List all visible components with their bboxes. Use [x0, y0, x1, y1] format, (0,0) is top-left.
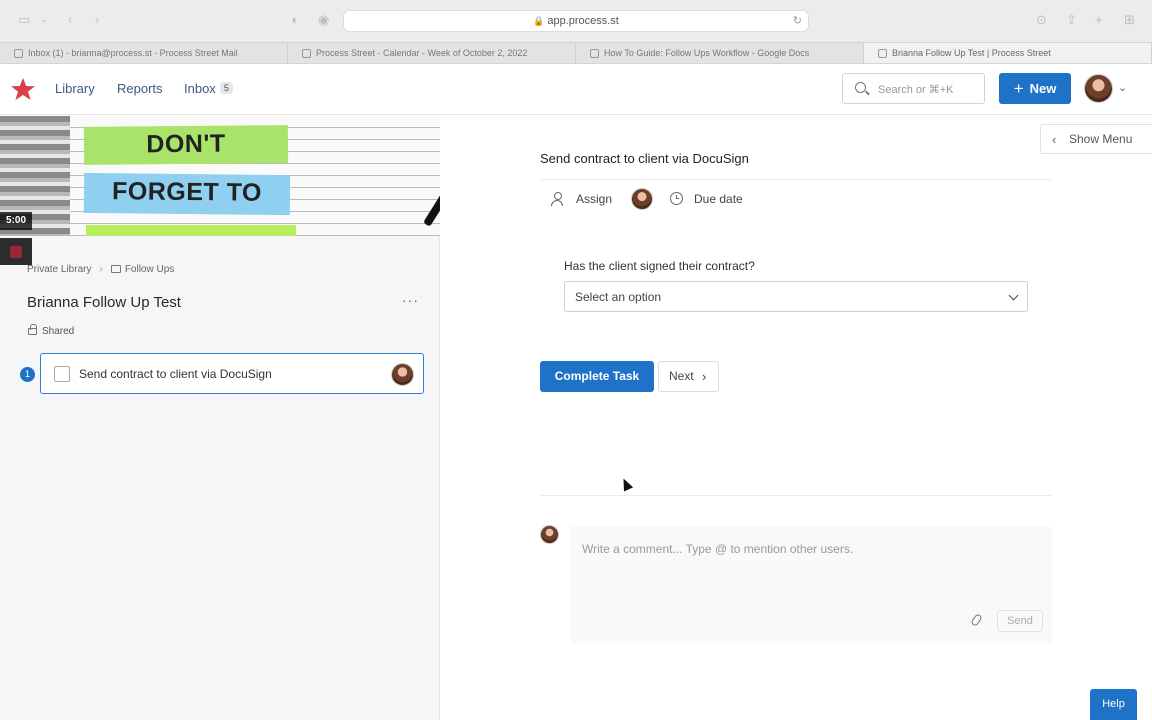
new-tab-icon[interactable]: + [1095, 12, 1103, 27]
select-value: Select an option [575, 290, 662, 304]
chevron-down-icon[interactable]: ⌄ [1118, 81, 1127, 94]
clock-icon [670, 192, 683, 205]
commenter-avatar [540, 525, 559, 544]
address-bar[interactable]: 🔒 app.process.st ↻ [343, 10, 809, 32]
chevron-down-icon[interactable]: ⌄ [40, 14, 48, 25]
complete-task-button[interactable]: Complete Task [540, 361, 654, 392]
tab-title: Process Street - Calendar - Week of Octo… [316, 48, 528, 58]
shield-icon[interactable]: ◖ [290, 12, 298, 27]
browser-tab[interactable]: Inbox (1) - brianna@process.st - Process… [0, 43, 288, 63]
sticky-note: DON'T [83, 125, 289, 165]
browser-tab-active[interactable]: Brianna Follow Up Test | Process Street [864, 43, 1152, 63]
tab-title: Brianna Follow Up Test | Process Street [892, 48, 1051, 58]
browser-tab[interactable]: Process Street - Calendar - Week of Octo… [288, 43, 576, 63]
workflow-title: Brianna Follow Up Test [27, 294, 181, 311]
chevron-down-icon [1008, 290, 1019, 301]
back-icon[interactable]: ‹ [68, 12, 72, 27]
form-field-label: Has the client signed their contract? [564, 259, 755, 273]
download-icon[interactable]: ⊙ [1036, 12, 1047, 28]
shared-status[interactable]: Shared [28, 324, 75, 337]
task-list-item[interactable]: Send contract to client via DocuSign [40, 353, 424, 394]
task-number: 1 [20, 367, 35, 382]
lock-icon [28, 324, 37, 335]
reload-icon[interactable]: ↻ [793, 11, 802, 32]
app-header: Library Reports Inbox 5 Search or ⌘+K + Ne… [0, 64, 1152, 115]
stop-icon [10, 246, 22, 258]
paperclip-icon[interactable] [970, 613, 983, 627]
browser-tabs: Inbox (1) - brianna@process.st - Process… [0, 42, 1152, 64]
sticky-note: FORGET TO [83, 172, 291, 216]
assign-button[interactable]: Assign [576, 192, 612, 206]
assignee-avatar[interactable] [631, 188, 653, 210]
privacy-icon[interactable]: ◉ [318, 12, 329, 28]
nav-inbox[interactable]: Inbox 5 [184, 81, 233, 96]
tab-title: How To Guide: Follow Ups Workflow - Goog… [604, 48, 810, 58]
mouse-cursor-icon [618, 476, 634, 492]
new-button-label: New [1029, 81, 1057, 96]
docs-icon [590, 49, 599, 58]
forward-icon[interactable]: › [95, 12, 99, 27]
breadcrumb-private-library[interactable]: Private Library [27, 264, 91, 275]
comment-placeholder: Write a comment... Type @ to mention oth… [582, 542, 854, 556]
task-checkbox[interactable] [54, 366, 70, 382]
process-street-logo-icon[interactable] [10, 77, 36, 101]
share-icon[interactable]: ⇪ [1066, 12, 1077, 28]
video-thumbnail[interactable]: DON'T FORGET TO 5:00 [0, 116, 440, 236]
send-button[interactable]: Send [997, 610, 1043, 632]
new-button[interactable]: + New [999, 73, 1071, 104]
next-button[interactable]: Next › [658, 361, 719, 392]
due-date-button[interactable]: Due date [694, 192, 743, 206]
lock-icon: 🔒 [533, 16, 545, 26]
inbox-count-badge: 5 [219, 82, 233, 94]
process-street-icon [878, 49, 887, 58]
person-icon [551, 192, 563, 206]
chevron-right-icon: › [99, 264, 103, 275]
more-options-icon[interactable]: ··· [402, 292, 419, 308]
shared-label: Shared [42, 326, 75, 337]
video-duration: 5:00 [0, 212, 32, 230]
breadcrumb-follow-ups[interactable]: Follow Ups [125, 264, 174, 275]
chevron-left-icon: ‹ [1052, 132, 1057, 147]
sticky-note [86, 225, 296, 236]
user-avatar[interactable] [1084, 74, 1113, 103]
tab-title: Inbox (1) - brianna@process.st - Process… [28, 48, 238, 58]
assignee-avatar [391, 363, 414, 386]
calendar-icon [302, 49, 311, 58]
nav-reports[interactable]: Reports [117, 81, 163, 96]
divider [540, 179, 1052, 180]
task-label: Send contract to client via DocuSign [79, 367, 272, 381]
record-button[interactable] [0, 238, 32, 265]
comment-input[interactable]: Write a comment... Type @ to mention oth… [570, 526, 1052, 643]
search-input[interactable]: Search or ⌘+K [842, 73, 985, 104]
breadcrumb: Private Library › Follow Ups [27, 264, 174, 275]
sidebar-toggle-icon[interactable]: ▭ [18, 12, 30, 28]
show-menu-button[interactable]: ‹ Show Menu [1040, 124, 1152, 154]
plus-icon: + [1013, 79, 1024, 98]
divider [540, 495, 1052, 496]
chevron-right-icon: › [702, 369, 707, 384]
browser-tab[interactable]: How To Guide: Follow Ups Workflow - Goog… [576, 43, 864, 63]
task-title: Send contract to client via DocuSign [540, 151, 749, 166]
help-button[interactable]: Help [1090, 689, 1137, 720]
workflow-sidebar: DON'T FORGET TO 5:00 Private Library › Fol… [0, 116, 440, 720]
next-button-label: Next [669, 369, 694, 383]
contract-signed-select[interactable]: Select an option [564, 281, 1028, 312]
url-text: app.process.st [547, 15, 619, 27]
search-placeholder: Search or ⌘+K [878, 84, 954, 96]
nav-inbox-label: Inbox [184, 81, 216, 96]
search-icon [855, 82, 866, 93]
folder-icon [110, 265, 121, 273]
nav-library[interactable]: Library [55, 81, 95, 96]
tab-overview-icon[interactable]: ⊞ [1124, 12, 1135, 28]
browser-toolbar: ▭ ⌄ ‹ › ◖ ◉ 🔒 app.process.st ↻ ⊙ ⇪ + ⊞ [0, 0, 1152, 42]
mail-icon [14, 49, 23, 58]
show-menu-label: Show Menu [1069, 132, 1133, 146]
